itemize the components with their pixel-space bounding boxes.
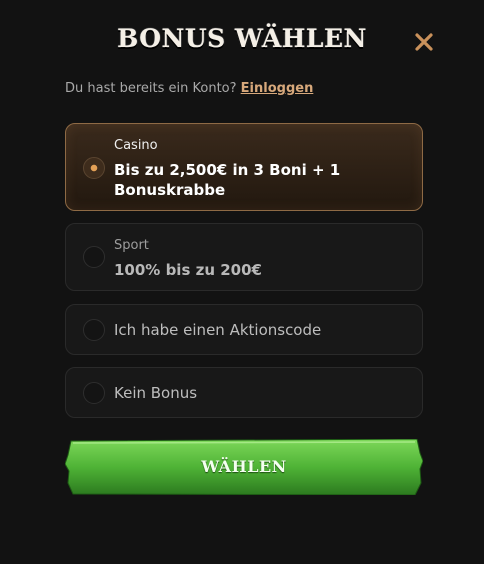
option-no-bonus[interactable]: Kein Bonus <box>65 367 423 418</box>
option-no-bonus-label: Kein Bonus <box>114 384 198 402</box>
close-button[interactable] <box>412 30 436 54</box>
option-sport[interactable]: Sport 100% bis zu 200€ <box>65 223 423 291</box>
radio-casino[interactable] <box>83 157 105 179</box>
radio-promo-code[interactable] <box>83 319 105 341</box>
option-sport-label: 100% bis zu 200€ <box>114 261 262 279</box>
radio-no-bonus[interactable] <box>83 382 105 404</box>
choose-button-label: WÄHLEN <box>201 457 287 476</box>
option-promo-code[interactable]: Ich habe einen Aktionscode <box>65 304 423 355</box>
option-casino-category: Casino <box>114 138 158 153</box>
option-sport-category: Sport <box>114 238 149 253</box>
option-casino[interactable]: Casino Bis zu 2,500€ in 3 Boni + 1 Bonus… <box>65 123 423 211</box>
login-prompt-text: Du hast bereits ein Konto? <box>65 81 237 96</box>
bonus-modal: BONUS WÄHLEN Du hast bereits ein Konto? … <box>0 0 484 564</box>
choose-button[interactable]: WÄHLEN <box>65 439 423 495</box>
option-promo-code-label: Ich habe einen Aktionscode <box>114 321 322 339</box>
option-casino-label: Bis zu 2,500€ in 3 Boni + 1 Bonuskrabbe <box>114 161 341 199</box>
radio-sport[interactable] <box>83 246 105 268</box>
login-prompt: Du hast bereits ein Konto? Einloggen <box>65 81 313 96</box>
close-icon <box>415 33 433 51</box>
login-link[interactable]: Einloggen <box>241 81 314 96</box>
